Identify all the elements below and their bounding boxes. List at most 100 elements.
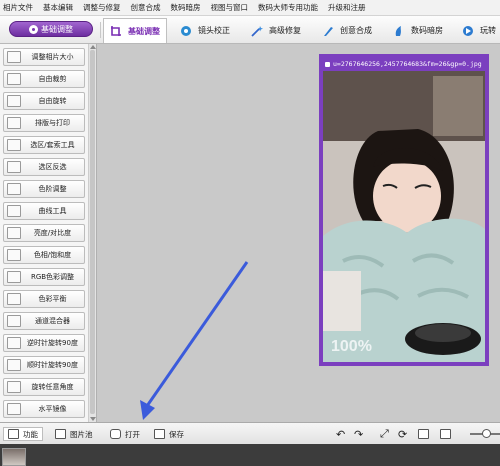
tool-mirror-button[interactable]: 水平镜像 bbox=[3, 400, 85, 418]
tool-lasso-button[interactable]: 选区/套索工具 bbox=[3, 136, 85, 154]
tool-label: 自由旋转 bbox=[38, 97, 67, 105]
toolbar-divider bbox=[100, 22, 101, 38]
tab-advanced-repair[interactable]: 高级修复 bbox=[251, 18, 301, 43]
redo-button[interactable]: ↷ bbox=[354, 427, 363, 441]
open-button[interactable]: 打开 bbox=[110, 427, 140, 441]
camera-icon bbox=[110, 429, 121, 439]
menu-upgrade-register[interactable]: 升级和注册 bbox=[328, 2, 366, 13]
open-button-label: 打开 bbox=[125, 429, 140, 439]
menu-file[interactable]: 相片文件 bbox=[3, 2, 33, 13]
save-button-label: 保存 bbox=[169, 429, 184, 439]
tool-label: 逆时针旋转90度 bbox=[27, 339, 78, 347]
tool-rgb-adjust-button[interactable]: RGB色彩调整 bbox=[3, 268, 85, 286]
tool-label: 色彩平衡 bbox=[38, 295, 67, 303]
menu-basic-edit[interactable]: 基本编辑 bbox=[43, 2, 73, 13]
menu-master-functions[interactable]: 数码大师专用功能 bbox=[258, 2, 318, 13]
undo-icon: ↶ bbox=[336, 427, 346, 441]
library-tab-label: 图片池 bbox=[70, 429, 93, 439]
channel-mixer-icon bbox=[7, 315, 21, 327]
scroll-up-arrow-icon[interactable] bbox=[90, 45, 96, 49]
annotation-arrow bbox=[140, 261, 249, 420]
main-toolbar: 基础调整 基础调整 镜头校正 高级修复 创意合成 数码暗房 玩转 bbox=[0, 16, 500, 44]
tool-brightness-contrast-button[interactable]: 亮度/对比度 bbox=[3, 224, 85, 242]
tool-panel-scrollbar[interactable] bbox=[88, 44, 96, 422]
magic-wand-icon bbox=[251, 25, 263, 37]
invert-selection-icon bbox=[7, 161, 21, 173]
tool-label: 色阶调整 bbox=[38, 185, 67, 193]
gear-icon bbox=[29, 24, 38, 34]
tool-rotate-cw-button[interactable]: 顺时针旋转90度 bbox=[3, 356, 85, 374]
tool-label: 亮度/对比度 bbox=[33, 229, 72, 237]
status-bar: 功能 图片池 打开 保存 ↶ ↷ ⤢ ⟳ bbox=[0, 422, 500, 444]
menu-adjust-repair[interactable]: 调整与修复 bbox=[83, 2, 121, 13]
tool-invert-selection-button[interactable]: 选区反选 bbox=[3, 158, 85, 176]
rotate-icon bbox=[7, 95, 21, 107]
tool-label: 调整相片大小 bbox=[31, 53, 74, 61]
brightness-icon bbox=[7, 227, 21, 239]
color-balance-icon bbox=[7, 293, 21, 305]
tool-resize-button[interactable]: 调整相片大小 bbox=[3, 48, 85, 66]
tool-label: 曲线工具 bbox=[38, 207, 67, 215]
redo-icon: ↷ bbox=[354, 427, 364, 441]
hue-icon bbox=[7, 249, 21, 261]
save-button[interactable]: 保存 bbox=[154, 427, 184, 441]
tab-play[interactable]: 玩转 bbox=[462, 18, 496, 43]
tab-basic-adjust[interactable]: 基础调整 bbox=[103, 18, 167, 43]
tool-label: 旋转任意角度 bbox=[31, 383, 74, 391]
crop-icon bbox=[111, 26, 121, 36]
tab-creative[interactable]: 创意合成 bbox=[322, 18, 372, 43]
floppy-disk-icon bbox=[154, 429, 165, 439]
tool-label: 水平镜像 bbox=[38, 405, 67, 413]
grid-view-button[interactable] bbox=[418, 427, 429, 441]
tab-darkroom[interactable]: 数码暗房 bbox=[393, 18, 443, 43]
tool-rotate-ccw-button[interactable]: 逆时针旋转90度 bbox=[3, 334, 85, 352]
filmstrip-thumbnail[interactable] bbox=[2, 448, 26, 466]
tool-layout-print-button[interactable]: 排版与打印 bbox=[3, 114, 85, 132]
zoom-slider-knob[interactable] bbox=[482, 429, 491, 438]
tool-label: 排版与打印 bbox=[35, 119, 70, 127]
function-icon bbox=[8, 429, 19, 439]
canvas-area: u=2767646256,2457764683&fm=26&gp=0.jpg 1… bbox=[97, 44, 500, 422]
tool-label: RGB色彩调整 bbox=[30, 273, 75, 281]
paintbrush-icon bbox=[324, 26, 333, 36]
scrollbar-thumb[interactable] bbox=[90, 50, 95, 414]
tool-label: 顺时针旋转90度 bbox=[27, 361, 78, 369]
tab-label: 创意合成 bbox=[340, 26, 372, 35]
tool-label: 选区反选 bbox=[38, 163, 67, 171]
lasso-icon bbox=[7, 139, 21, 151]
function-tab[interactable]: 功能 bbox=[3, 427, 43, 441]
tool-color-balance-button[interactable]: 色彩平衡 bbox=[3, 290, 85, 308]
menu-bar: 相片文件 基本编辑 调整与修复 创意合成 数码暗房 视图与窗口 数码大师专用功能… bbox=[0, 0, 500, 16]
crop-icon bbox=[7, 73, 21, 85]
tool-label: 色相/饱和度 bbox=[33, 251, 72, 259]
scroll-down-arrow-icon[interactable] bbox=[90, 417, 96, 421]
library-tab[interactable]: 图片池 bbox=[55, 427, 93, 441]
fit-button[interactable]: ⤢ bbox=[380, 427, 389, 441]
tool-rotate-any-button[interactable]: 旋转任意角度 bbox=[3, 378, 85, 396]
tool-free-crop-button[interactable]: 自由裁剪 bbox=[3, 70, 85, 88]
image-pool-icon bbox=[55, 429, 66, 439]
tool-free-rotate-button[interactable]: 自由旋转 bbox=[3, 92, 85, 110]
tab-lens-correct[interactable]: 镜头校正 bbox=[180, 18, 230, 43]
zoom-slider[interactable] bbox=[470, 429, 500, 438]
tool-levels-button[interactable]: 色阶调整 bbox=[3, 180, 85, 198]
resize-icon bbox=[7, 51, 21, 63]
rotate-button[interactable]: ⟳ bbox=[398, 427, 407, 441]
actual-size-button[interactable] bbox=[440, 427, 451, 441]
undo-button[interactable]: ↶ bbox=[336, 427, 345, 441]
tool-curves-button[interactable]: 曲线工具 bbox=[3, 202, 85, 220]
tool-hue-saturation-button[interactable]: 色相/饱和度 bbox=[3, 246, 85, 264]
menu-view-window[interactable]: 视图与窗口 bbox=[211, 2, 249, 13]
darkroom-icon bbox=[395, 25, 401, 36]
tab-label: 高级修复 bbox=[269, 26, 301, 35]
levels-icon bbox=[7, 183, 21, 195]
tab-label: 数码暗房 bbox=[411, 26, 443, 35]
menu-darkroom[interactable]: 数码暗房 bbox=[171, 2, 201, 13]
mirror-icon bbox=[7, 403, 21, 415]
function-tab-label: 功能 bbox=[23, 429, 38, 439]
tool-channel-mixer-button[interactable]: 通道混合器 bbox=[3, 312, 85, 330]
print-icon bbox=[7, 117, 21, 129]
mode-button[interactable]: 基础调整 bbox=[9, 21, 93, 37]
fit-screen-icon: ⤢ bbox=[380, 427, 389, 440]
menu-creative[interactable]: 创意合成 bbox=[131, 2, 161, 13]
